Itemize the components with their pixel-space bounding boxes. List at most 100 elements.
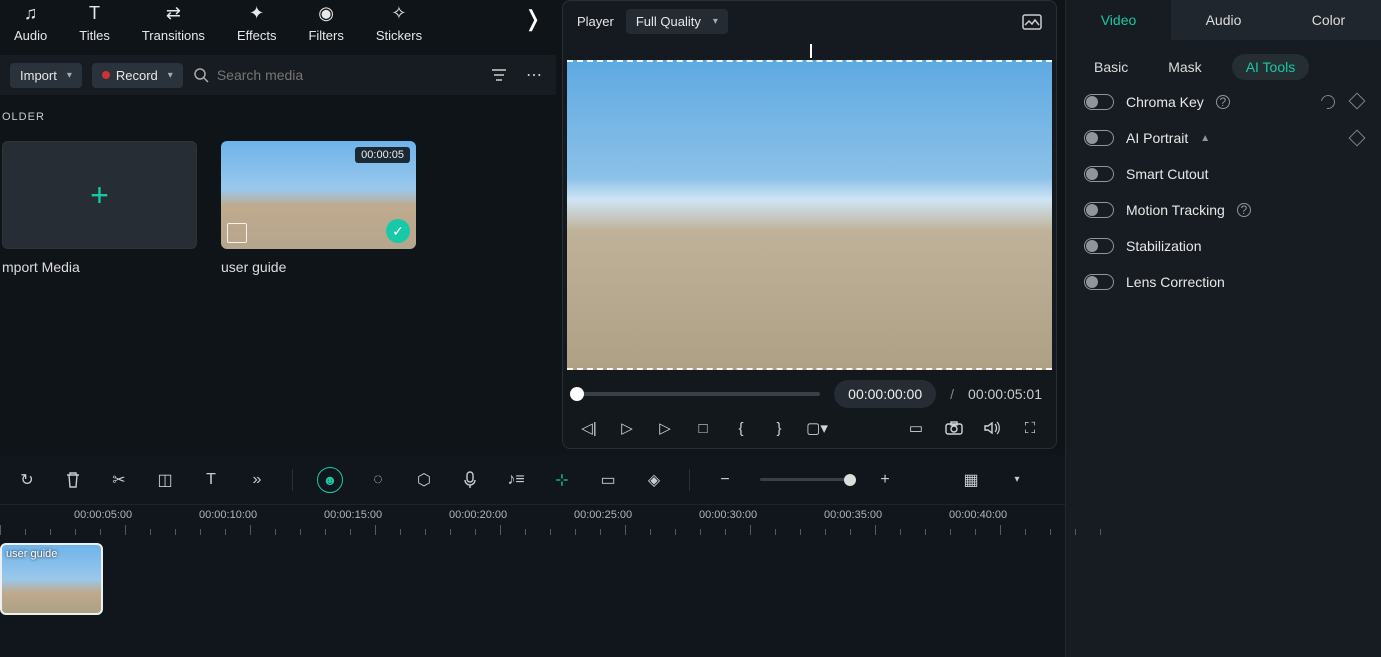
media-clip-tile[interactable]: 00:00:05 ✓ user guide <box>221 141 416 275</box>
import-dropdown[interactable]: Import ▾ <box>10 63 82 88</box>
track-view-button[interactable]: ▦ <box>960 469 982 491</box>
render-preview-button[interactable]: ▭ <box>597 469 619 491</box>
mark-in-button[interactable]: { <box>731 418 751 438</box>
auto-beat-button[interactable]: ⊹ <box>551 469 573 491</box>
time-stamp: 00:00:20:00 <box>449 509 507 521</box>
tab-filters[interactable]: ◉ Filters <box>308 0 343 43</box>
tab-stickers[interactable]: ✧ Stickers <box>376 0 422 43</box>
mark-out-button[interactable]: } <box>769 418 789 438</box>
zoom-in-button[interactable]: + <box>874 469 896 491</box>
more-options-icon[interactable]: ⋯ <box>522 61 546 89</box>
quality-dropdown[interactable]: Full Quality ▾ <box>626 9 728 34</box>
time-stamp: 00:00:30:00 <box>699 509 757 521</box>
subtab-basic[interactable]: Basic <box>1084 54 1138 80</box>
marker-button[interactable]: ⬡ <box>413 469 435 491</box>
time-separator: / <box>950 386 954 402</box>
speed-button[interactable]: ◌ <box>367 469 389 491</box>
split-button[interactable]: ✂ <box>108 469 130 491</box>
filter-settings-icon[interactable] <box>486 62 512 88</box>
clip-thumbnail[interactable]: 00:00:05 ✓ <box>221 141 416 249</box>
more-tools-button[interactable]: » <box>246 469 268 491</box>
add-media-thumb[interactable]: + <box>2 141 197 249</box>
zoom-out-button[interactable]: − <box>714 469 736 491</box>
redo-button[interactable]: ↻ <box>16 469 38 491</box>
time-stamp: 00:00:15:00 <box>324 509 382 521</box>
player-controls-area: 00:00:00:00 / 00:00:05:01 ◁| ▷ ▷ □ { } ▢… <box>563 370 1056 448</box>
seek-knob-icon[interactable] <box>570 387 584 401</box>
ai-assistant-button[interactable]: ☻ <box>317 467 343 493</box>
properties-panel: Video Audio Color Basic Mask AI Tools Ch… <box>1065 0 1381 657</box>
caret-up-icon[interactable]: ▲ <box>1200 133 1210 144</box>
music-note-icon: ♫ <box>24 2 38 24</box>
prev-frame-button[interactable]: ◁| <box>579 418 599 438</box>
text-icon: T <box>89 2 100 24</box>
search-input[interactable] <box>217 67 417 83</box>
toggle-ai-portrait[interactable] <box>1084 130 1114 146</box>
zoom-slider[interactable] <box>760 478 850 481</box>
duration-badge: 00:00:05 <box>355 147 410 163</box>
timeline-area: ↻ ✂ ◫ T » ☻ ◌ ⬡ ♪≡ ⊹ ▭ ◈ − + ▦ ▾ 00:00:0… <box>0 455 1065 657</box>
toggle-chroma-key[interactable] <box>1084 94 1114 110</box>
timeline-ruler[interactable]: 00:00:05:00 00:00:10:00 00:00:15:00 00:0… <box>0 505 1065 539</box>
audio-mixer-button[interactable]: ♪≡ <box>505 469 527 491</box>
seek-bar[interactable] <box>577 392 820 396</box>
timeline-clip[interactable]: user guide <box>0 543 103 615</box>
reset-icon[interactable] <box>1318 92 1337 111</box>
player-ruler[interactable] <box>563 42 1056 60</box>
help-icon[interactable]: ? <box>1216 95 1230 109</box>
tab-label: Stickers <box>376 28 422 43</box>
top-category-bar: ♫ Audio T Titles ⇄ Transitions ✦ Effects… <box>0 0 556 55</box>
tab-audio[interactable]: ♫ Audio <box>14 0 47 43</box>
record-dropdown[interactable]: Record ▾ <box>92 63 183 88</box>
play-button[interactable]: ▷ <box>617 418 637 438</box>
sparkle-icon: ✦ <box>249 2 264 24</box>
tab-video[interactable]: Video <box>1066 0 1171 40</box>
subtab-mask[interactable]: Mask <box>1158 54 1211 80</box>
display-settings-button[interactable]: ▭ <box>906 418 926 438</box>
delete-button[interactable] <box>62 469 84 491</box>
help-icon[interactable]: ? <box>1237 203 1251 217</box>
tab-titles[interactable]: T Titles <box>79 0 110 43</box>
voiceover-button[interactable] <box>459 469 481 491</box>
stop-button[interactable]: □ <box>693 418 713 438</box>
separator <box>689 469 690 491</box>
text-button[interactable]: T <box>200 469 222 491</box>
folder-section-header: OLDER <box>0 95 556 129</box>
fullscreen-button[interactable]: ⛶ <box>1020 418 1040 438</box>
timeline-tracks[interactable]: user guide <box>0 539 1065 649</box>
camera-snapshot-button[interactable] <box>944 418 964 438</box>
time-stamp: 00:00:25:00 <box>574 509 632 521</box>
search-icon <box>193 67 209 83</box>
tab-audio-props[interactable]: Audio <box>1171 0 1276 40</box>
player-viewport[interactable] <box>567 60 1052 370</box>
playhead-icon[interactable] <box>810 44 812 58</box>
toggle-motion-tracking[interactable] <box>1084 202 1114 218</box>
keyframe-icon[interactable] <box>1349 93 1366 110</box>
film-icon <box>227 223 247 243</box>
snapshot-icon[interactable] <box>1022 14 1042 30</box>
crop-button[interactable]: ◫ <box>154 469 176 491</box>
prop-label: Motion Tracking <box>1126 202 1225 218</box>
tab-effects[interactable]: ✦ Effects <box>237 0 277 43</box>
track-options-button[interactable]: ▾ <box>1006 469 1028 491</box>
tab-transitions[interactable]: ⇄ Transitions <box>142 0 205 43</box>
subtab-ai-tools[interactable]: AI Tools <box>1232 54 1310 80</box>
import-media-tile[interactable]: + mport Media <box>2 141 197 275</box>
added-check-icon: ✓ <box>386 219 410 243</box>
tab-label: Transitions <box>142 28 205 43</box>
tab-label: Filters <box>308 28 343 43</box>
toggle-smart-cutout[interactable] <box>1084 166 1114 182</box>
toggle-stabilization[interactable] <box>1084 238 1114 254</box>
zoom-knob-icon[interactable] <box>844 474 856 486</box>
volume-button[interactable] <box>982 418 1002 438</box>
keyframe-button[interactable]: ◈ <box>643 469 665 491</box>
toggle-lens-correction[interactable] <box>1084 274 1114 290</box>
keyframe-icon[interactable] <box>1349 130 1366 147</box>
play-forward-button[interactable]: ▷ <box>655 418 675 438</box>
chevron-down-icon: ▾ <box>713 16 718 27</box>
expand-tabs-icon[interactable]: ❭ <box>524 0 542 32</box>
ratio-dropdown[interactable]: ▢▾ <box>807 418 827 438</box>
tab-color[interactable]: Color <box>1276 0 1381 40</box>
player-title: Player <box>577 14 614 29</box>
prop-lens-correction: Lens Correction <box>1084 274 1363 290</box>
